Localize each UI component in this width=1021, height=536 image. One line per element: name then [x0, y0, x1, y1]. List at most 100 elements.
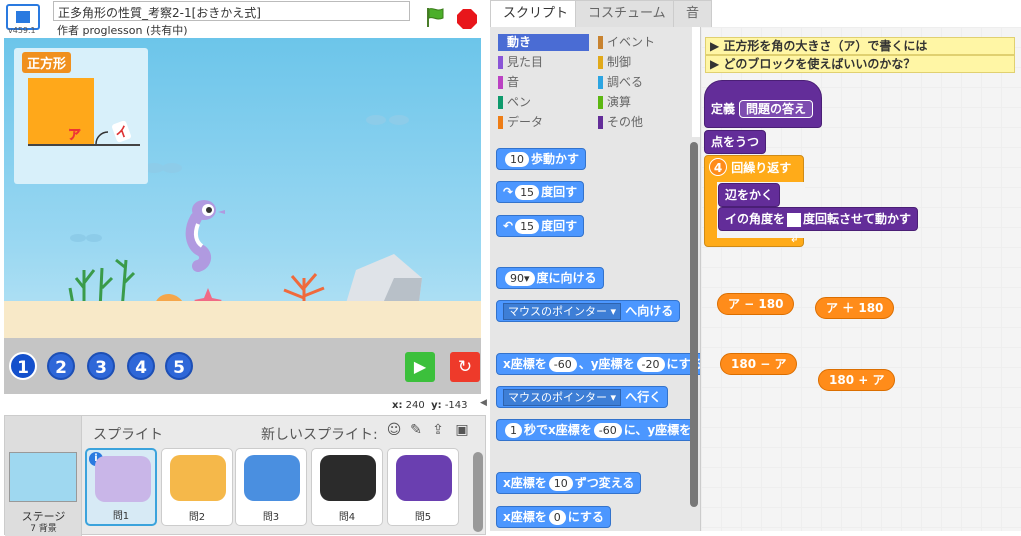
draw-side-block[interactable]: 辺をかく — [718, 183, 781, 207]
sprite-thumb-1[interactable]: i 問1 — [85, 448, 157, 526]
category-data[interactable]: データ — [498, 114, 543, 131]
block-text: イの角度を — [725, 212, 786, 226]
x-input[interactable]: -60 — [548, 357, 577, 372]
block-text: 度回す — [541, 185, 578, 199]
play-button[interactable]: ▶ — [405, 352, 435, 382]
x-input[interactable]: -60 — [593, 423, 622, 438]
goto-block[interactable]: マウスのポインター ▾ へ行く — [496, 386, 669, 408]
block-text: へ向ける — [625, 304, 674, 318]
block-text: x座標を — [503, 510, 547, 524]
category-control[interactable]: 制御 — [598, 54, 631, 71]
camera-icon[interactable]: ▣ — [453, 422, 471, 440]
sprite-thumb-5[interactable]: 問5 — [387, 448, 459, 526]
project-title-input[interactable]: 正多角形の性質_考察2-1[おきかえ式] — [53, 1, 410, 21]
degrees-input[interactable]: 15 — [515, 185, 540, 200]
define-block[interactable]: 定義 問題の答え — [704, 80, 822, 128]
sprite-scrollbar[interactable] — [473, 452, 483, 532]
category-operators[interactable]: 演算 — [598, 94, 631, 111]
direction-input[interactable]: 90▾ — [505, 271, 535, 286]
block-text: へ行く — [625, 390, 662, 404]
point-direction-block[interactable]: 90▾ 度に向ける — [496, 267, 604, 289]
reset-button[interactable]: ↻ — [450, 352, 480, 382]
change-x-block[interactable]: x座標を 10 ずつ変える — [496, 472, 642, 494]
glide-block[interactable]: 1 秒でx座標を -60 に、y座標を — [496, 419, 699, 441]
tab-sounds[interactable]: 音 — [673, 0, 713, 27]
category-pen[interactable]: ペン — [498, 94, 531, 111]
seahorse-sprite[interactable] — [178, 194, 226, 272]
block-text: 度回す — [541, 219, 578, 233]
category-motion[interactable]: 動き — [498, 34, 589, 51]
sprite-image — [396, 455, 452, 501]
sprite-image — [170, 455, 226, 501]
degrees-input[interactable]: 15 — [515, 219, 540, 234]
operator-180-plus-a[interactable]: 180 + ア — [818, 369, 896, 391]
category-events[interactable]: イベント — [598, 34, 655, 51]
repeat-count-input[interactable]: 4 — [709, 158, 727, 176]
green-flag-icon[interactable] — [424, 6, 446, 28]
steps-input[interactable]: 10 — [505, 152, 529, 167]
turn-left-block[interactable]: ↶ 15 度回す — [496, 215, 585, 237]
tab-scripts[interactable]: スクリプト — [490, 0, 582, 27]
category-sensing[interactable]: 調べる — [598, 74, 643, 91]
question-button-row: 1 2 3 4 5 ▶ ↻ — [4, 338, 481, 394]
stage-selector[interactable]: ステージ 7 背景 — [5, 416, 82, 536]
goto-xy-block[interactable]: x座標を -60 、y座標を -20 にする — [496, 353, 700, 375]
sprite-image — [320, 455, 376, 501]
custom-block-name: 問題の答え — [739, 100, 814, 118]
sprite-image — [95, 456, 151, 502]
category-more[interactable]: その他 — [598, 114, 643, 131]
move-steps-block[interactable]: 10 歩動かす — [496, 148, 587, 170]
block-text: 度回転させて動かす — [803, 212, 912, 226]
repeat-label: 回繰り返す — [731, 161, 792, 175]
comment-line-2[interactable]: ▶ どのブロックを使えばいいのかな？ — [705, 55, 1015, 73]
question-4-button[interactable]: 4 — [127, 352, 155, 380]
block-text: に、y座標を — [623, 423, 692, 437]
comment-line-1[interactable]: ▶ 正方形を角の大きさ（ア）で書くには — [705, 37, 1015, 55]
palette-scrollbar[interactable] — [690, 142, 698, 507]
sprite-library-icon[interactable]: ☺ — [385, 422, 403, 440]
operator-a-plus-180[interactable]: ア ＋ 180 — [815, 297, 895, 319]
move-angle-block[interactable]: イの角度を 度回転させて動かす — [718, 207, 919, 231]
target-dropdown[interactable]: マウスのポインター ▾ — [503, 389, 622, 406]
sprite-thumb-4[interactable]: 問4 — [311, 448, 383, 526]
question-3-button[interactable]: 3 — [87, 352, 115, 380]
secs-input[interactable]: 1 — [505, 423, 522, 438]
block-text: x座標を — [503, 476, 547, 490]
stop-icon[interactable] — [456, 8, 478, 30]
block-text: x座標を — [503, 357, 547, 371]
angle-i-label: イ — [111, 120, 132, 143]
tab-costumes[interactable]: コスチューム — [575, 0, 679, 27]
angle-arc-icon — [95, 131, 109, 145]
dx-input[interactable]: 10 — [548, 476, 573, 491]
x-input[interactable]: 0 — [548, 510, 566, 525]
operator-a-minus-180[interactable]: ア − 180 — [717, 293, 795, 315]
stage-canvas[interactable]: 正方形 ア イ — [4, 38, 481, 338]
square-shape — [28, 78, 94, 144]
question-2-button[interactable]: 2 — [47, 352, 75, 380]
y-input[interactable]: -20 — [636, 357, 665, 372]
question-1-button[interactable]: 1 — [9, 352, 37, 380]
sprite-name: 問2 — [188, 512, 206, 523]
category-sound[interactable]: 音 — [498, 74, 519, 91]
question-5-button[interactable]: 5 — [165, 352, 193, 380]
paint-brush-icon[interactable]: ✎ — [407, 422, 425, 440]
dot-block[interactable]: 点をうつ — [704, 130, 767, 154]
stage-thumbnail[interactable] — [9, 452, 77, 502]
set-x-block[interactable]: x座標を 0 にする — [496, 506, 611, 528]
angle-empty-slot[interactable] — [787, 212, 802, 227]
upload-icon[interactable]: ⇪ — [429, 422, 447, 440]
sprite-thumb-2[interactable]: 問2 — [161, 448, 233, 526]
target-dropdown[interactable]: マウスのポインター ▾ — [503, 303, 622, 320]
block-text: にする — [567, 510, 604, 524]
point-towards-block[interactable]: マウスのポインター ▾ へ向ける — [496, 300, 681, 322]
sprite-name: 問3 — [262, 512, 280, 523]
collapse-arrow-icon[interactable]: ◀ — [480, 398, 487, 408]
sprite-thumb-3[interactable]: 問3 — [235, 448, 307, 526]
sprite-image — [244, 455, 300, 501]
block-text: ずつ変える — [574, 476, 635, 490]
operator-180-minus-a[interactable]: 180 − ア — [720, 353, 798, 375]
category-looks[interactable]: 見た目 — [498, 54, 543, 71]
mouse-coordinates: x: 240 y: -143 — [392, 400, 468, 411]
angle-a-label: ア — [68, 128, 82, 144]
turn-right-block[interactable]: ↷ 15 度回す — [496, 181, 585, 203]
